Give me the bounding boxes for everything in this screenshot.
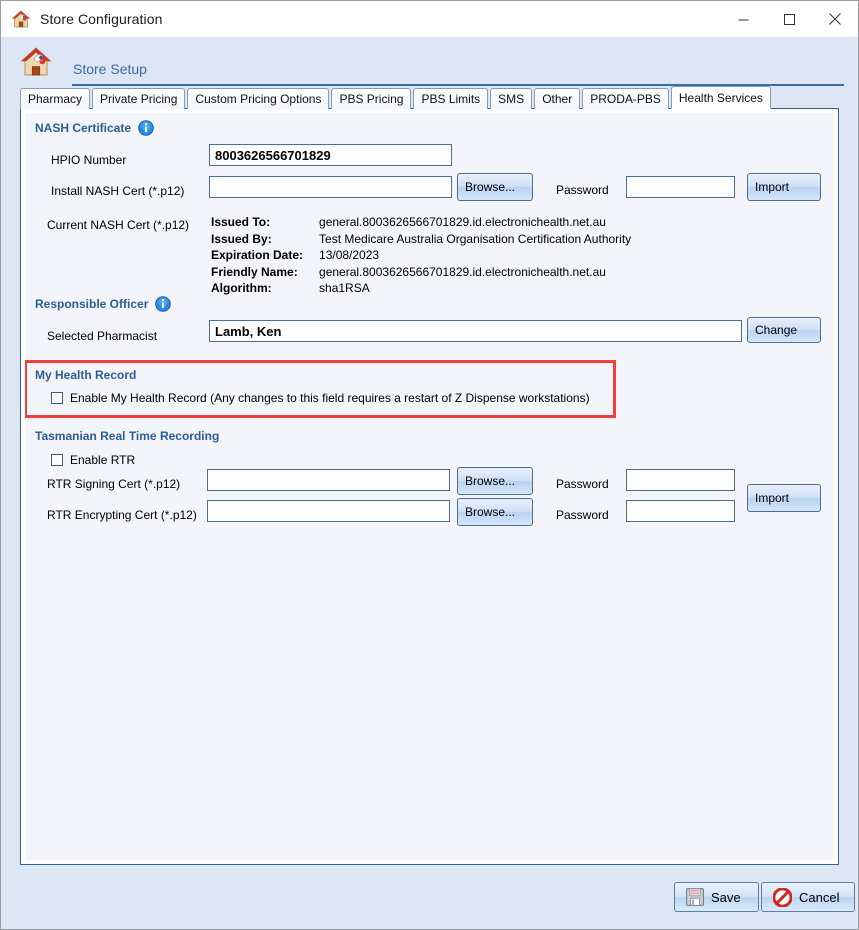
rtr-signing-cert-label: RTR Signing Cert (*.p12)	[47, 477, 181, 491]
rtr-encrypting-cert-label: RTR Encrypting Cert (*.p12)	[47, 508, 197, 522]
rtr-encrypting-password-input[interactable]	[626, 500, 735, 522]
selected-pharmacist-input[interactable]	[209, 320, 742, 342]
rtr-encrypting-cert-input[interactable]	[207, 500, 450, 522]
nash-certificate-label: NASH Certificate	[35, 121, 132, 135]
rtr-signing-password-label: Password	[556, 477, 609, 491]
cert-detail-row: Friendly Name: general.8003626566701829.…	[211, 265, 631, 280]
tab-pbs-limits[interactable]: PBS Limits	[413, 88, 489, 109]
cert-expiration-date-key: Expiration Date:	[211, 248, 304, 262]
cert-detail-row: Issued To: general.8003626566701829.id.e…	[211, 215, 631, 230]
rtr-section-title: Tasmanian Real Time Recording	[35, 429, 219, 443]
cert-detail-row: Expiration Date: 13/08/2023	[211, 248, 631, 263]
info-icon[interactable]	[155, 296, 172, 312]
tab-proda-pbs[interactable]: PRODA-PBS	[582, 88, 669, 109]
save-button-label: Save	[711, 889, 741, 905]
page-title: Store Setup	[72, 58, 844, 86]
cancel-button-label: Cancel	[799, 889, 840, 905]
my-health-record-label: My Health Record	[35, 368, 137, 382]
rtr-encrypting-password-label: Password	[556, 508, 609, 522]
install-nash-password-input[interactable]	[626, 176, 735, 198]
rtr-signing-browse-button[interactable]: Browse...	[457, 467, 533, 495]
tab-pharmacy[interactable]: Pharmacy	[20, 88, 91, 109]
tab-health-services[interactable]: Health Services	[670, 86, 771, 109]
selected-pharmacist-label: Selected Pharmacist	[47, 329, 158, 343]
tab-sms[interactable]: SMS	[490, 88, 533, 109]
save-button[interactable]: Save	[674, 882, 759, 912]
store-configuration-window: Store Configuration Store Setup Pharmacy…	[0, 0, 859, 930]
cert-expiration-date-value: 13/08/2023	[319, 248, 380, 262]
title-bar: Store Configuration	[1, 1, 858, 38]
cancel-button[interactable]: Cancel	[761, 882, 855, 912]
enable-rtr-label: Enable RTR	[70, 453, 136, 467]
rtr-label: Tasmanian Real Time Recording	[35, 429, 220, 443]
cert-detail-row: Issued By: Test Medicare Australia Organ…	[211, 232, 631, 247]
rtr-import-button[interactable]: Import	[747, 484, 821, 512]
enable-rtr-checkbox[interactable]	[51, 454, 63, 466]
current-nash-cert-label: Current NASH Cert (*.p12)	[47, 218, 190, 232]
tab-pbs-pricing[interactable]: PBS Pricing	[331, 88, 412, 109]
cert-issued-to-key: Issued To:	[211, 215, 271, 229]
nash-certificate-section-title: NASH Certificate	[35, 120, 154, 136]
cert-algorithm-value: sha1RSA	[319, 281, 370, 295]
cert-issued-by-value: Test Medicare Australia Organisation Cer…	[319, 231, 632, 246]
cert-friendly-name-value: general.8003626566701829.id.electroniche…	[319, 264, 606, 279]
install-nash-cert-input[interactable]	[209, 176, 452, 198]
hpio-number-label: HPIO Number	[51, 153, 127, 167]
change-pharmacist-button[interactable]: Change	[747, 317, 821, 343]
install-nash-cert-label: Install NASH Cert (*.p12)	[51, 184, 185, 198]
info-icon[interactable]	[138, 120, 154, 136]
maximize-icon[interactable]	[766, 1, 812, 37]
rtr-signing-password-input[interactable]	[626, 469, 735, 491]
rtr-signing-cert-input[interactable]	[207, 469, 450, 491]
rtr-encrypting-browse-button[interactable]: Browse...	[457, 498, 533, 526]
responsible-officer-section-title: Responsible Officer	[35, 296, 172, 312]
footer-bar: Save Cancel	[1, 865, 858, 929]
tab-private-pricing[interactable]: Private Pricing	[92, 88, 186, 109]
health-services-panel: NASH Certificate HPIO Number Install NAS…	[20, 108, 839, 865]
pharmacy-house-icon	[11, 9, 31, 29]
cert-algorithm-key: Algorithm:	[211, 281, 272, 295]
window-controls	[720, 1, 858, 37]
window-title: Store Configuration	[40, 11, 163, 27]
pharmacy-house-icon	[19, 45, 53, 79]
header-band: Store Setup	[1, 38, 858, 86]
health-services-panel-inner: NASH Certificate HPIO Number Install NAS…	[25, 113, 834, 860]
enable-my-health-record-checkbox[interactable]	[51, 392, 63, 404]
cancel-prohibited-icon	[773, 887, 792, 907]
install-nash-password-label: Password	[556, 183, 609, 197]
cert-detail-row: Algorithm: sha1RSA	[211, 281, 631, 296]
cert-friendly-name-key: Friendly Name:	[211, 264, 298, 279]
cert-issued-to-value: general.8003626566701829.id.electroniche…	[319, 215, 606, 229]
my-health-record-section-title: My Health Record	[35, 368, 136, 382]
enable-my-health-record-label: Enable My Health Record (Any changes to …	[70, 391, 590, 405]
install-nash-browse-button[interactable]: Browse...	[457, 173, 533, 201]
cert-issued-by-key: Issued By:	[211, 231, 272, 246]
close-icon[interactable]	[812, 1, 858, 37]
current-nash-cert-details: Issued To: general.8003626566701829.id.e…	[209, 213, 633, 298]
hpio-number-input[interactable]	[209, 144, 452, 166]
save-disk-icon	[686, 888, 704, 906]
tab-custom-pricing-options[interactable]: Custom Pricing Options	[187, 88, 330, 109]
responsible-officer-label: Responsible Officer	[35, 297, 149, 311]
minimize-icon[interactable]	[720, 1, 766, 37]
enable-my-health-record-row[interactable]: Enable My Health Record (Any changes to …	[51, 391, 590, 405]
tab-other[interactable]: Other	[534, 88, 581, 109]
install-nash-import-button[interactable]: Import	[747, 173, 821, 201]
tab-strip: Pharmacy Private Pricing Custom Pricing …	[1, 86, 858, 109]
enable-rtr-row[interactable]: Enable RTR	[51, 453, 135, 467]
